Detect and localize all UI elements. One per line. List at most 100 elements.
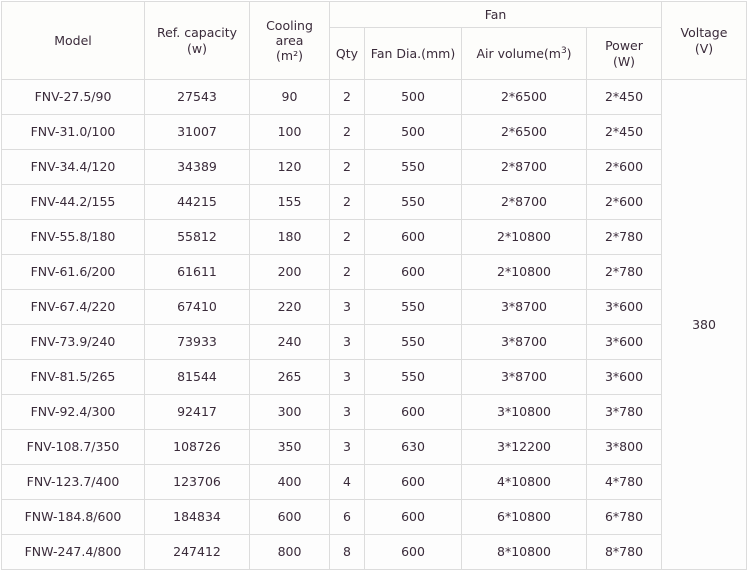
cell-cooling-area: 100 — [249, 114, 330, 150]
table-row: FNV-108.7/350 108726 350 3 630 3*12200 3*800 — [1, 429, 747, 465]
table-row: FNW-247.4/800 247412 800 8 600 8*10800 8*780 — [1, 534, 747, 570]
table-row: FNV-61.6/200 61611 200 2 600 2*10800 2*780 — [1, 254, 747, 290]
cell-power: 3*800 — [586, 429, 662, 465]
cell-cooling-area: 300 — [249, 394, 330, 430]
cell-power: 3*600 — [586, 324, 662, 360]
cell-ref-capacity: 34389 — [144, 149, 250, 185]
cell-air-volume: 6*10800 — [461, 499, 587, 535]
cell-ref-capacity: 55812 — [144, 219, 250, 255]
cell-model: FNV-27.5/90 — [1, 79, 145, 115]
air-volume-label-pre: Air volume(m — [476, 45, 561, 61]
cell-model: FNV-44.2/155 — [1, 184, 145, 220]
cell-cooling-area: 265 — [249, 359, 330, 395]
cell-fan-dia: 500 — [364, 114, 462, 150]
cell-fan-dia: 600 — [364, 394, 462, 430]
table-row: FNV-34.4/120 34389 120 2 550 2*8700 2*600 — [1, 149, 747, 185]
cell-fan-dia: 600 — [364, 464, 462, 500]
ref-capacity-unit: (w) — [187, 40, 207, 56]
column-header-fan-dia: Fan Dia.(mm) — [364, 27, 462, 80]
cell-qty: 2 — [329, 254, 365, 290]
cell-air-volume: 2*10800 — [461, 254, 587, 290]
cell-cooling-area: 155 — [249, 184, 330, 220]
cell-air-volume: 3*12200 — [461, 429, 587, 465]
cell-fan-dia: 600 — [364, 254, 462, 290]
cell-fan-dia: 550 — [364, 184, 462, 220]
table-header: Model Ref. capacity (w) Cooling area (m²… — [1, 1, 747, 80]
voltage-unit: (V) — [694, 40, 714, 56]
cell-qty: 2 — [329, 114, 365, 150]
column-header-model: Model — [1, 1, 145, 80]
power-unit: (W) — [612, 53, 636, 69]
cell-air-volume: 2*8700 — [461, 184, 587, 220]
cell-qty: 3 — [329, 359, 365, 395]
table-row: FNV-123.7/400 123706 400 4 600 4*10800 4*780 — [1, 464, 747, 500]
table-row: FNV-92.4/300 92417 300 3 600 3*10800 3*780 — [1, 394, 747, 430]
cell-qty: 2 — [329, 219, 365, 255]
specification-table-container: Model Ref. capacity (w) Cooling area (m²… — [0, 0, 747, 570]
table-row: FNV-31.0/100 31007 100 2 500 2*6500 2*450 — [1, 114, 747, 150]
specification-table: Model Ref. capacity (w) Cooling area (m²… — [1, 1, 747, 570]
cell-air-volume: 2*8700 — [461, 149, 587, 185]
cell-model: FNV-81.5/265 — [1, 359, 145, 395]
cell-cooling-area: 600 — [249, 499, 330, 535]
cell-cooling-area: 90 — [249, 79, 330, 115]
cell-air-volume: 4*10800 — [461, 464, 587, 500]
cell-qty: 3 — [329, 394, 365, 430]
cell-model: FNV-61.6/200 — [1, 254, 145, 290]
table-body: FNV-27.5/90 27543 90 2 500 2*6500 2*450 380 FNV-… — [1, 79, 747, 570]
cooling-area-label: Cooling — [266, 17, 313, 33]
cell-cooling-area: 350 — [249, 429, 330, 465]
cell-model: FNV-31.0/100 — [1, 114, 145, 150]
cell-air-volume: 2*10800 — [461, 219, 587, 255]
cell-power: 6*780 — [586, 499, 662, 535]
cell-air-volume: 2*6500 — [461, 114, 587, 150]
air-volume-label-post: ) — [566, 45, 572, 61]
cell-model: FNV-92.4/300 — [1, 394, 145, 430]
cell-fan-dia: 550 — [364, 149, 462, 185]
power-label: Power — [605, 38, 643, 54]
cell-ref-capacity: 184834 — [144, 499, 250, 535]
cell-qty: 3 — [329, 289, 365, 325]
cell-ref-capacity: 73933 — [144, 324, 250, 360]
cell-power: 2*780 — [586, 254, 662, 290]
column-header-cooling-area: Cooling area (m²) — [249, 1, 330, 80]
cell-voltage-merged: 380 — [661, 79, 747, 570]
cell-qty: 6 — [329, 499, 365, 535]
cell-air-volume: 3*8700 — [461, 324, 587, 360]
cell-power: 2*450 — [586, 79, 662, 115]
cell-fan-dia: 600 — [364, 534, 462, 570]
table-row: FNV-27.5/90 27543 90 2 500 2*6500 2*450 380 — [1, 79, 747, 570]
cooling-area-label-2: area — [275, 32, 304, 48]
cell-power: 2*600 — [586, 184, 662, 220]
cell-fan-dia: 500 — [364, 79, 462, 115]
cell-air-volume: 3*8700 — [461, 289, 587, 325]
cell-ref-capacity: 108726 — [144, 429, 250, 465]
column-group-header-fan: Fan — [329, 1, 662, 28]
cell-power: 2*780 — [586, 219, 662, 255]
cell-fan-dia: 550 — [364, 324, 462, 360]
table-row: FNV-73.9/240 73933 240 3 550 3*8700 3*600 — [1, 324, 747, 360]
cell-model: FNV-34.4/120 — [1, 149, 145, 185]
cell-cooling-area: 240 — [249, 324, 330, 360]
cell-ref-capacity: 61611 — [144, 254, 250, 290]
cell-model: FNV-123.7/400 — [1, 464, 145, 500]
cell-power: 3*780 — [586, 394, 662, 430]
table-row: FNV-81.5/265 81544 265 3 550 3*8700 3*600 — [1, 359, 747, 395]
cell-cooling-area: 120 — [249, 149, 330, 185]
cell-fan-dia: 630 — [364, 429, 462, 465]
cell-qty: 2 — [329, 79, 365, 115]
column-header-ref-capacity: Ref. capacity (w) — [144, 1, 250, 80]
cell-power: 3*600 — [586, 359, 662, 395]
ref-capacity-label: Ref. capacity — [156, 25, 238, 41]
cell-power: 4*780 — [586, 464, 662, 500]
cell-air-volume: 3*10800 — [461, 394, 587, 430]
column-header-air-volume: Air volume(m3) — [461, 27, 587, 80]
column-header-power: Power (W) — [586, 27, 662, 80]
cell-model: FNW-184.8/600 — [1, 499, 145, 535]
cell-qty: 4 — [329, 464, 365, 500]
cell-cooling-area: 220 — [249, 289, 330, 325]
cell-ref-capacity: 92417 — [144, 394, 250, 430]
table-row: FNV-44.2/155 44215 155 2 550 2*8700 2*600 — [1, 184, 747, 220]
cell-ref-capacity: 247412 — [144, 534, 250, 570]
cell-ref-capacity: 31007 — [144, 114, 250, 150]
